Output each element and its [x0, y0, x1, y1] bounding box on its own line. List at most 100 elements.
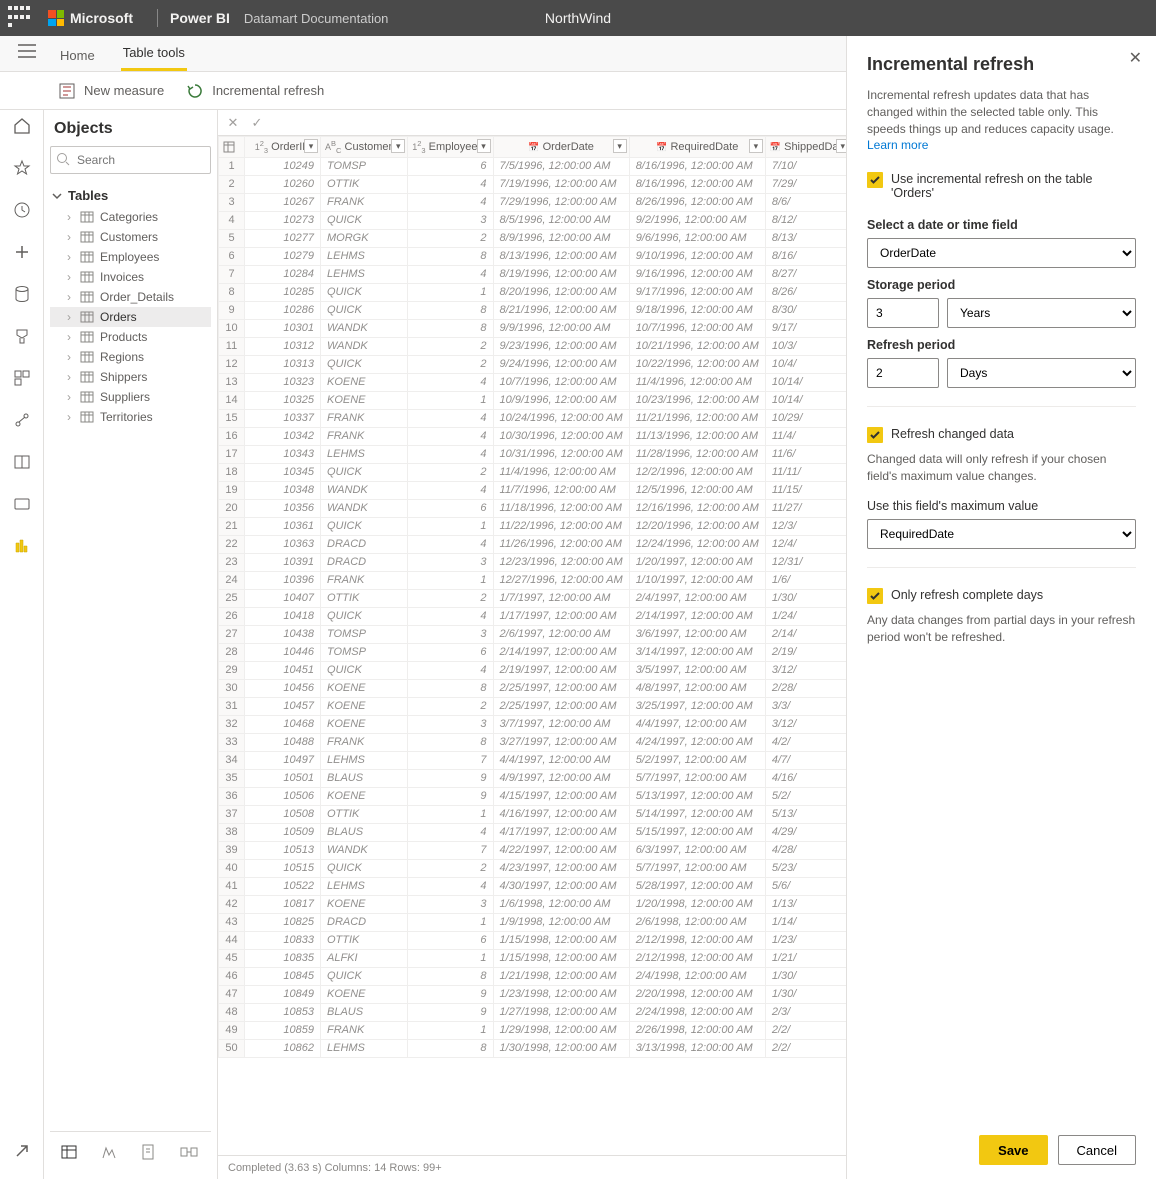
- table-row[interactable]: 410273QUICK38/5/1996, 12:00:00 AM9/2/199…: [219, 211, 853, 229]
- recent-icon[interactable]: [12, 200, 32, 220]
- table-row[interactable]: 1510337FRANK410/24/1996, 12:00:00 AM11/2…: [219, 409, 853, 427]
- incremental-refresh-button[interactable]: Incremental refresh: [186, 82, 324, 100]
- view-table-icon[interactable]: [58, 1141, 80, 1163]
- workspaces-icon[interactable]: [12, 494, 32, 514]
- table-row[interactable]: 3810509BLAUS44/17/1997, 12:00:00 AM5/15/…: [219, 823, 853, 841]
- table-row[interactable]: 1010301WANDK89/9/1996, 12:00:00 AM10/7/1…: [219, 319, 853, 337]
- table-row[interactable]: 1810345QUICK211/4/1996, 12:00:00 AM12/2/…: [219, 463, 853, 481]
- table-row[interactable]: 2610418QUICK41/17/1997, 12:00:00 AM2/14/…: [219, 607, 853, 625]
- table-row[interactable]: 4610845QUICK81/21/1998, 12:00:00 AM2/4/1…: [219, 967, 853, 985]
- view-query-icon[interactable]: [178, 1141, 200, 1163]
- table-row[interactable]: 4710849KOENE91/23/1998, 12:00:00 AM2/20/…: [219, 985, 853, 1003]
- table-row[interactable]: 2910451QUICK42/19/1997, 12:00:00 AM3/5/1…: [219, 661, 853, 679]
- favorite-icon[interactable]: [12, 158, 32, 178]
- column-employeeid[interactable]: 123 EmployeeID▾: [408, 137, 493, 158]
- table-suppliers[interactable]: ›Suppliers: [50, 387, 211, 407]
- table-row[interactable]: 4810853BLAUS91/27/1998, 12:00:00 AM2/24/…: [219, 1003, 853, 1021]
- column-orderdate[interactable]: 📅 OrderDate▾: [493, 137, 629, 158]
- table-shippers[interactable]: ›Shippers: [50, 367, 211, 387]
- refresh-unit-select[interactable]: Days: [947, 358, 1136, 388]
- table-row[interactable]: 610279LEHMS88/13/1996, 12:00:00 AM9/10/1…: [219, 247, 853, 265]
- tab-table-tools[interactable]: Table tools: [121, 37, 187, 71]
- table-employees[interactable]: ›Employees: [50, 247, 211, 267]
- table-invoices[interactable]: ›Invoices: [50, 267, 211, 287]
- new-measure-button[interactable]: New measure: [58, 82, 164, 100]
- table-row[interactable]: 3610506KOENE94/15/1997, 12:00:00 AM5/13/…: [219, 787, 853, 805]
- table-customers[interactable]: ›Customers: [50, 227, 211, 247]
- table-row[interactable]: 3910513WANDK74/22/1997, 12:00:00 AM6/3/1…: [219, 841, 853, 859]
- table-row[interactable]: 1410325KOENE110/9/1996, 12:00:00 AM10/23…: [219, 391, 853, 409]
- table-row[interactable]: 2510407OTTIK21/7/1997, 12:00:00 AM2/4/19…: [219, 589, 853, 607]
- learn-icon[interactable]: [12, 452, 32, 472]
- date-field-select[interactable]: OrderDate: [867, 238, 1136, 268]
- table-products[interactable]: ›Products: [50, 327, 211, 347]
- learn-more-link[interactable]: Learn more: [867, 138, 928, 152]
- storage-value-input[interactable]: [867, 298, 939, 328]
- column-requireddate[interactable]: 📅 RequiredDate▾: [629, 137, 765, 158]
- table-row[interactable]: 1610342FRANK410/30/1996, 12:00:00 AM11/1…: [219, 427, 853, 445]
- column-filter-icon[interactable]: ▾: [477, 139, 491, 153]
- cancel-formula-icon[interactable]: ✕: [224, 115, 242, 131]
- refresh-changed-checkbox[interactable]: [867, 427, 883, 443]
- refresh-value-input[interactable]: [867, 358, 939, 388]
- table-row[interactable]: 2810446TOMSP62/14/1997, 12:00:00 AM3/14/…: [219, 643, 853, 661]
- table-row[interactable]: 710284LEHMS48/19/1996, 12:00:00 AM9/16/1…: [219, 265, 853, 283]
- column-filter-icon[interactable]: ▾: [749, 139, 763, 153]
- tables-group[interactable]: Tables: [52, 188, 211, 203]
- table-row[interactable]: 110249TOMSP67/5/1996, 12:00:00 AM8/16/19…: [219, 157, 853, 175]
- table-row[interactable]: 1210313QUICK29/24/1996, 12:00:00 AM10/22…: [219, 355, 853, 373]
- table-row[interactable]: 810285QUICK18/20/1996, 12:00:00 AM9/17/1…: [219, 283, 853, 301]
- column-customerid[interactable]: ABC CustomerID▾: [321, 137, 408, 158]
- storage-unit-select[interactable]: Years: [947, 298, 1136, 328]
- column-orderid[interactable]: 123 OrderID▾: [245, 137, 321, 158]
- save-button[interactable]: Save: [979, 1135, 1047, 1165]
- table-row[interactable]: 1310323KOENE410/7/1996, 12:00:00 AM11/4/…: [219, 373, 853, 391]
- column-shippeddate[interactable]: 📅 ShippedDate▾: [765, 137, 852, 158]
- deployment-icon[interactable]: [12, 410, 32, 430]
- table-row[interactable]: 3310488FRANK83/27/1997, 12:00:00 AM4/24/…: [219, 733, 853, 751]
- column-filter-icon[interactable]: ▾: [391, 139, 405, 153]
- accept-formula-icon[interactable]: ✓: [248, 115, 266, 131]
- table-orders[interactable]: ›Orders: [50, 307, 211, 327]
- table-order_details[interactable]: ›Order_Details: [50, 287, 211, 307]
- table-row[interactable]: 4110522LEHMS44/30/1997, 12:00:00 AM5/28/…: [219, 877, 853, 895]
- table-row[interactable]: 3410497LEHMS74/4/1997, 12:00:00 AM5/2/19…: [219, 751, 853, 769]
- table-row[interactable]: 1710343LEHMS410/31/1996, 12:00:00 AM11/2…: [219, 445, 853, 463]
- table-row[interactable]: 510277MORGK28/9/1996, 12:00:00 AM9/6/199…: [219, 229, 853, 247]
- table-row[interactable]: 3010456KOENE82/25/1997, 12:00:00 AM4/8/1…: [219, 679, 853, 697]
- my-workspace-icon[interactable]: [12, 536, 32, 556]
- goals-icon[interactable]: [12, 326, 32, 346]
- complete-days-checkbox[interactable]: [867, 588, 883, 604]
- search-input[interactable]: [50, 146, 211, 174]
- table-row[interactable]: 910286QUICK88/21/1996, 12:00:00 AM9/18/1…: [219, 301, 853, 319]
- table-row[interactable]: 3110457KOENE22/25/1997, 12:00:00 AM3/25/…: [219, 697, 853, 715]
- table-row[interactable]: 1110312WANDK29/23/1996, 12:00:00 AM10/21…: [219, 337, 853, 355]
- cancel-button[interactable]: Cancel: [1058, 1135, 1136, 1165]
- table-row[interactable]: 2010356WANDK611/18/1996, 12:00:00 AM12/1…: [219, 499, 853, 517]
- create-icon[interactable]: [12, 242, 32, 262]
- popout-icon[interactable]: [12, 1141, 32, 1161]
- use-incremental-checkbox[interactable]: [867, 172, 883, 188]
- home-icon[interactable]: [12, 116, 32, 136]
- search-box[interactable]: [50, 146, 211, 174]
- table-row[interactable]: 2210363DRACD411/26/1996, 12:00:00 AM12/2…: [219, 535, 853, 553]
- table-row[interactable]: 3210468KOENE33/7/1997, 12:00:00 AM4/4/19…: [219, 715, 853, 733]
- table-regions[interactable]: ›Regions: [50, 347, 211, 367]
- table-row[interactable]: 310267FRANK47/29/1996, 12:00:00 AM8/26/1…: [219, 193, 853, 211]
- table-row[interactable]: 4210817KOENE31/6/1998, 12:00:00 AM1/20/1…: [219, 895, 853, 913]
- table-row[interactable]: 4310825DRACD11/9/1998, 12:00:00 AM2/6/19…: [219, 913, 853, 931]
- table-categories[interactable]: ›Categories: [50, 207, 211, 227]
- table-row[interactable]: 4010515QUICK24/23/1997, 12:00:00 AM5/7/1…: [219, 859, 853, 877]
- close-icon[interactable]: ✕: [1129, 48, 1142, 68]
- table-row[interactable]: 5010862LEHMS81/30/1998, 12:00:00 AM3/13/…: [219, 1039, 853, 1057]
- max-field-select[interactable]: RequiredDate: [867, 519, 1136, 549]
- view-report-icon[interactable]: [138, 1141, 160, 1163]
- table-row[interactable]: 210260OTTIK47/19/1996, 12:00:00 AM8/16/1…: [219, 175, 853, 193]
- table-row[interactable]: 2310391DRACD312/23/1996, 12:00:00 AM1/20…: [219, 553, 853, 571]
- view-model-icon[interactable]: [98, 1141, 120, 1163]
- table-territories[interactable]: ›Territories: [50, 407, 211, 427]
- table-row[interactable]: 2410396FRANK112/27/1996, 12:00:00 AM1/10…: [219, 571, 853, 589]
- column-filter-icon[interactable]: ▾: [304, 139, 318, 153]
- column-filter-icon[interactable]: ▾: [613, 139, 627, 153]
- table-row[interactable]: 3510501BLAUS94/9/1997, 12:00:00 AM5/7/19…: [219, 769, 853, 787]
